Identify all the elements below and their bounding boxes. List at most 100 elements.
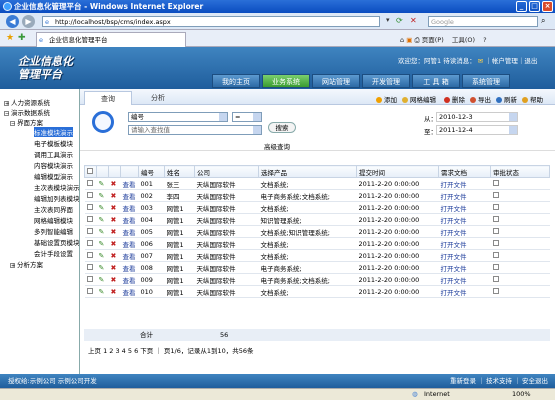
col-products[interactable]: 选择产品 [258, 165, 357, 178]
home-icon[interactable]: ⌂ [400, 36, 404, 44]
forward-icon[interactable]: ▶ [22, 15, 35, 28]
sidebar-item-analysis[interactable]: + 分析方案 [10, 259, 43, 269]
tab-query[interactable]: 查询 [84, 91, 132, 105]
approval-checkbox[interactable] [492, 227, 499, 234]
sidebar-item-edit-list[interactable]: 编辑加列表模块 [34, 193, 79, 203]
delete-icon[interactable]: ✖ [111, 276, 117, 284]
page-menu[interactable]: 页面(P) [422, 36, 444, 44]
minimize-button[interactable]: _ [516, 1, 527, 12]
support-link[interactable]: 技术支持 [486, 374, 512, 388]
open-file-link[interactable]: 打开文件 [438, 189, 491, 202]
table-row[interactable]: ✎ ✖ 查看 010 网管1 天纵国际软件 文档系统; 2011-2-20 0:00:00 打开… [84, 285, 550, 298]
edit-icon[interactable]: ✎ [99, 276, 105, 284]
advanced-search-link[interactable]: 高级查询 [264, 141, 290, 151]
sidebar-item-edit-model[interactable]: 编辑模型演示 [34, 171, 73, 181]
edit-icon[interactable]: ✎ [99, 216, 105, 224]
edit-icon[interactable]: ✎ [99, 288, 105, 296]
edit-icon[interactable]: ✎ [99, 192, 105, 200]
row-checkbox[interactable] [86, 275, 93, 282]
row-checkbox[interactable] [86, 251, 93, 258]
approval-checkbox[interactable] [492, 239, 499, 246]
row-view-link[interactable]: 查看 [120, 285, 139, 298]
table-row[interactable]: ✎ ✖ 查看 002 李四 天纵国际软件 电子商务系统;文档系统; 2011-2-20 0:0… [84, 189, 550, 202]
open-file-link[interactable]: 打开文件 [438, 273, 491, 286]
value-input[interactable]: 请输入查找值 [128, 125, 262, 135]
approval-checkbox[interactable] [492, 191, 499, 198]
open-file-link[interactable]: 打开文件 [438, 225, 491, 238]
account-link[interactable]: 帐户管理 [492, 57, 518, 65]
safe-exit-link[interactable]: 安全退出 [522, 374, 548, 388]
sidebar-item-standard-module[interactable]: 标准模块演示 [34, 127, 73, 137]
delete-icon[interactable]: ✖ [111, 180, 117, 188]
edit-icon[interactable]: ✎ [99, 180, 105, 188]
edit-icon[interactable]: ✎ [99, 240, 105, 248]
sidebar-item-same-page[interactable]: 主次表同界面 [34, 204, 73, 214]
unread-icon[interactable]: ✉ [478, 57, 483, 65]
feeds-icon[interactable]: ▣ [406, 36, 412, 44]
add-button[interactable]: 添加 [376, 94, 397, 104]
edit-icon[interactable]: ✎ [99, 264, 105, 272]
tab-current-page[interactable]: e 企业信息化管理平台 [36, 32, 186, 47]
col-company[interactable]: 公司 [194, 165, 259, 178]
table-row[interactable]: ✎ ✖ 查看 005 网管1 天纵国际软件 文档系统;知识管理系统; 2011-2-20 0:… [84, 225, 550, 238]
approval-checkbox[interactable] [492, 203, 499, 210]
table-row[interactable]: ✎ ✖ 查看 003 网管1 天纵国际软件 文档系统; 2011-2-20 0:00:00 打开… [84, 201, 550, 214]
add-favorite-icon[interactable]: ✚ [18, 33, 26, 43]
logout-link[interactable]: 退出 [524, 57, 537, 65]
search-button[interactable]: 搜索 [268, 122, 296, 133]
row-checkbox[interactable] [86, 287, 93, 294]
row-view-link[interactable]: 查看 [120, 225, 139, 238]
open-file-link[interactable]: 打开文件 [438, 237, 491, 250]
sidebar-item-template[interactable]: 电子模板模块 [34, 138, 73, 148]
row-checkbox[interactable] [86, 215, 93, 222]
delete-icon[interactable]: ✖ [111, 264, 117, 272]
row-view-link[interactable]: 查看 [120, 249, 139, 262]
table-row[interactable]: ✎ ✖ 查看 006 网管1 天纵国际软件 文档系统; 2011-2-20 0:00:00 打开… [84, 237, 550, 250]
dropdown-icon[interactable]: ▾ [386, 16, 390, 24]
sidebar-item-master-detail[interactable]: 主次表模块演示 [34, 182, 79, 192]
col-submit-time[interactable]: 提交时间 [356, 165, 439, 178]
nav-website-management[interactable]: 网站管理 [312, 74, 360, 88]
delete-icon[interactable]: ✖ [111, 204, 117, 212]
delete-icon[interactable]: ✖ [111, 216, 117, 224]
row-view-link[interactable]: 查看 [120, 177, 139, 190]
col-approval-status[interactable]: 审批状态 [490, 165, 550, 178]
approval-checkbox[interactable] [492, 179, 499, 186]
edit-icon[interactable]: ✎ [99, 204, 105, 212]
field-select[interactable]: 编号 [128, 112, 228, 122]
help-button[interactable]: 帮助 [522, 94, 543, 104]
table-row[interactable]: ✎ ✖ 查看 004 网管1 天纵国际软件 知识管理系统; 2011-2-20 0:00:00… [84, 213, 550, 226]
open-file-link[interactable]: 打开文件 [438, 213, 491, 226]
sidebar-item-grid-edit[interactable]: 网格编辑模块 [34, 215, 73, 225]
table-row[interactable]: ✎ ✖ 查看 009 网管1 天纵国际软件 电子商务系统;文档系统; 2011-2-20 0:… [84, 273, 550, 286]
close-button[interactable]: × [542, 1, 553, 12]
nav-business-system[interactable]: 业务系统 [262, 74, 310, 88]
sidebar-item-ui-scheme[interactable]: − 界面方案 [10, 117, 43, 127]
row-checkbox[interactable] [86, 227, 93, 234]
delete-icon[interactable]: ✖ [111, 252, 117, 260]
pager[interactable]: 上页 1 2 3 4 5 6 下页 ｜ 页1/6，记录从1到10，共56条 [88, 345, 254, 355]
grid-edit-button[interactable]: 网格编辑 [402, 94, 436, 104]
operator-select[interactable]: = [232, 112, 262, 122]
delete-icon[interactable]: ✖ [111, 228, 117, 236]
zoom-level[interactable]: 100% [512, 389, 531, 400]
table-row[interactable]: ✎ ✖ 查看 001 张三 天纵国际软件 文档系统; 2011-2-20 0:00:00 打开文… [84, 177, 550, 190]
nav-system-management[interactable]: 系统管理 [462, 74, 510, 88]
edit-icon[interactable]: ✎ [99, 252, 105, 260]
open-file-link[interactable]: 打开文件 [438, 249, 491, 262]
open-file-link[interactable]: 打开文件 [438, 201, 491, 214]
back-icon[interactable]: ◀ [6, 15, 19, 28]
sidebar-item-hr[interactable]: + 人力资源系统 [4, 97, 50, 107]
search-icon[interactable]: ⌕ [541, 16, 545, 26]
from-date-input[interactable]: 2010-12-3 [436, 112, 518, 122]
stop-icon[interactable]: ✕ [410, 16, 417, 25]
delete-icon[interactable]: ✖ [111, 240, 117, 248]
row-checkbox[interactable] [86, 191, 93, 198]
edit-icon[interactable]: ✎ [99, 228, 105, 236]
search-input[interactable]: Google [428, 16, 538, 27]
approval-checkbox[interactable] [492, 263, 499, 270]
refresh-button[interactable]: 刷新 [496, 94, 517, 104]
row-view-link[interactable]: 查看 [120, 213, 139, 226]
sidebar-item-tool[interactable]: 调用工具演示 [34, 149, 73, 159]
row-checkbox[interactable] [86, 239, 93, 246]
